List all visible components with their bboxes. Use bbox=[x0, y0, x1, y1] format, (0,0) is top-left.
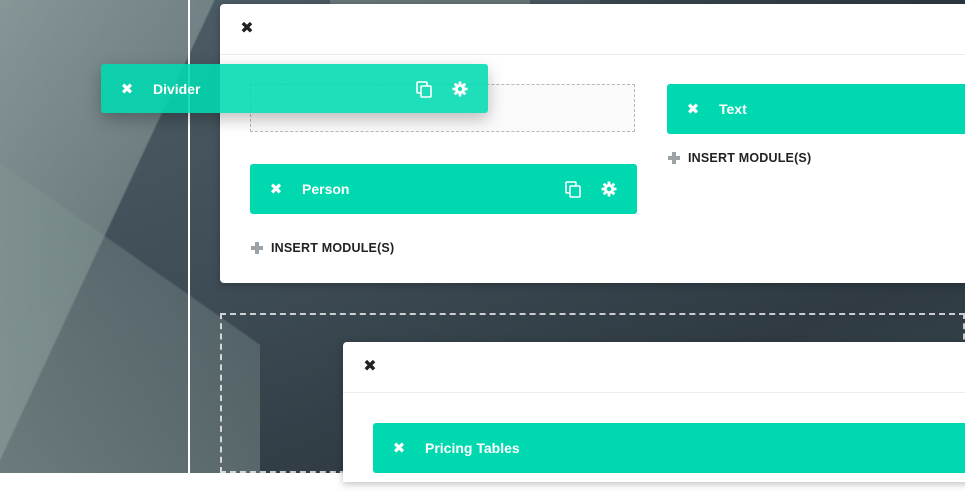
close-icon[interactable]: ✖ bbox=[667, 100, 719, 118]
module-label: Pricing Tables bbox=[425, 440, 520, 456]
insert-module-label: INSERT MODULE(S) bbox=[271, 241, 395, 255]
module-person[interactable]: ✖ Person bbox=[250, 164, 637, 214]
copy-icon[interactable] bbox=[555, 164, 591, 214]
close-icon[interactable]: ✖ bbox=[373, 439, 425, 457]
insert-module-button[interactable]: INSERT MODULE(S) bbox=[668, 151, 811, 165]
module-pricing-tables[interactable]: ✖ Pricing Tables bbox=[373, 423, 965, 473]
module-label: Person bbox=[302, 181, 350, 197]
close-icon[interactable]: ✖ bbox=[363, 359, 377, 375]
row-header: ✖ bbox=[220, 4, 965, 55]
gear-icon[interactable] bbox=[591, 164, 627, 214]
close-icon[interactable]: ✖ bbox=[240, 21, 254, 37]
copy-icon[interactable] bbox=[406, 64, 442, 114]
plus-icon bbox=[668, 152, 680, 164]
close-icon[interactable]: ✖ bbox=[101, 80, 153, 98]
module-text[interactable]: ✖ Text bbox=[667, 84, 965, 134]
close-icon[interactable]: ✖ bbox=[250, 180, 302, 198]
module-label: Divider bbox=[153, 80, 201, 97]
row-header: ✖ bbox=[343, 342, 965, 393]
dragging-module-divider[interactable]: ✖ Divider bbox=[101, 64, 488, 113]
insert-module-label: INSERT MODULE(S) bbox=[688, 151, 812, 165]
module-tools bbox=[406, 64, 478, 114]
plus-icon bbox=[251, 242, 263, 254]
module-tools bbox=[555, 164, 627, 214]
module-label: Text bbox=[719, 101, 747, 117]
gear-icon[interactable] bbox=[442, 64, 478, 114]
insert-module-button[interactable]: INSERT MODULE(S) bbox=[251, 241, 394, 255]
